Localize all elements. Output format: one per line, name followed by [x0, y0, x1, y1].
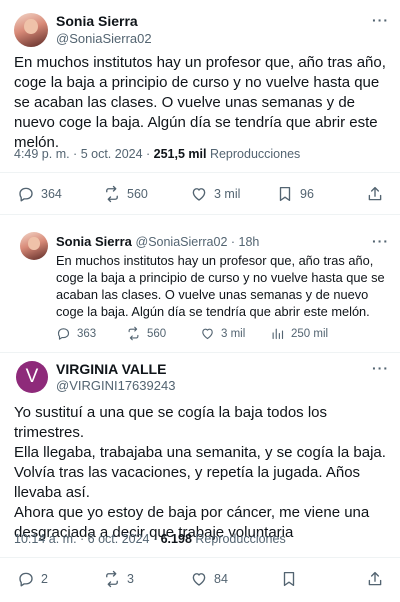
timestamp[interactable]: 4:49 p. m. · 5 oct. 2024 · [14, 147, 154, 161]
bookmark-button[interactable]: 96 [276, 185, 314, 203]
author-handle[interactable]: @SoniaSierra02 [56, 31, 152, 46]
retweet-icon [106, 570, 118, 588]
like-count: 3 mil [221, 327, 246, 340]
like-count: 84 [214, 572, 228, 586]
divider [0, 172, 400, 173]
author-name[interactable]: VIRGINIA VALLE [56, 361, 166, 377]
reply-count: 363 [77, 327, 97, 340]
tweet-text: Yo sustituí a una que se cogía la baja t… [14, 403, 392, 543]
divider [0, 214, 400, 215]
bookmark-icon [283, 571, 295, 587]
views-icon [272, 328, 284, 340]
bookmark-icon [279, 186, 291, 202]
bookmark-count: 96 [300, 187, 314, 201]
retweet-count: 560 [147, 327, 167, 340]
divider [0, 352, 400, 353]
author-handle[interactable]: @SoniaSierra02 · 18h [136, 235, 260, 249]
reply-button[interactable]: 363 [56, 326, 96, 341]
avatar[interactable] [20, 232, 48, 260]
views-button[interactable]: 250 mil [270, 326, 328, 341]
avatar[interactable] [14, 13, 48, 47]
share-icon [368, 571, 382, 586]
author-name[interactable]: Sonia Sierra [56, 13, 138, 29]
heart-icon [192, 188, 206, 201]
author-name[interactable]: Sonia Sierra [56, 234, 132, 249]
reply-button[interactable]: 364 [17, 185, 62, 203]
retweet-icon [128, 326, 139, 341]
views-label: Reproducciones [206, 147, 301, 161]
retweet-button[interactable]: 3 [103, 570, 134, 588]
quoted-header: Sonia Sierra @SoniaSierra02 · 18h [56, 234, 259, 249]
tweet-text: En muchos institutos hay un profesor que… [14, 54, 386, 151]
reply-button[interactable]: 2 [17, 570, 48, 588]
like-button[interactable]: 84 [190, 570, 228, 588]
share-icon [368, 186, 382, 201]
tweet-meta: 4:49 p. m. · 5 oct. 2024 · 251,5 mil Rep… [14, 147, 300, 161]
retweet-icon [106, 185, 118, 203]
retweet-count: 560 [127, 187, 148, 201]
more-icon[interactable]: ··· [372, 360, 389, 376]
reply-icon [19, 572, 33, 587]
retweet-button[interactable]: 560 [103, 185, 148, 203]
reply-count: 364 [41, 187, 62, 201]
views-count: 250 mil [291, 327, 329, 340]
views-label: Reproducciones [191, 532, 286, 546]
views-count: 6.198 [160, 532, 192, 546]
tweet-meta: 10:14 a. m. · 6 oct. 2024 · 6.198 Reprod… [14, 532, 286, 546]
heart-icon [202, 328, 213, 340]
more-icon[interactable]: ··· [372, 233, 389, 249]
text-line: Yo sustituí a una que se cogía la baja t… [14, 404, 328, 441]
heart-icon [192, 573, 206, 586]
timestamp[interactable]: 10:14 a. m. · 6 oct. 2024 · [14, 532, 161, 546]
reply-icon [19, 187, 33, 202]
views-count: 251,5 mil [153, 147, 207, 161]
like-button[interactable]: 3 mil [190, 185, 240, 203]
avatar[interactable]: V [16, 361, 48, 393]
retweet-count: 3 [127, 572, 134, 586]
like-button[interactable]: 3 mil [200, 326, 245, 341]
bookmark-button[interactable] [280, 570, 298, 588]
reply-count: 2 [41, 572, 48, 586]
text-line: Ella llegaba, trabajaba una semanita, y … [14, 444, 386, 461]
tweet-text: En muchos institutos hay un profesor que… [56, 253, 385, 319]
reply-icon [57, 328, 70, 340]
share-button[interactable] [366, 570, 384, 588]
text-line: Volvía tras las vacaciones, y repetía la… [14, 464, 361, 501]
retweet-button[interactable]: 560 [126, 326, 166, 341]
more-icon[interactable]: ··· [372, 12, 389, 28]
divider [0, 557, 400, 558]
like-count: 3 mil [214, 187, 241, 201]
author-handle[interactable]: @VIRGINI17639243 [56, 378, 175, 393]
share-button[interactable] [366, 185, 384, 203]
